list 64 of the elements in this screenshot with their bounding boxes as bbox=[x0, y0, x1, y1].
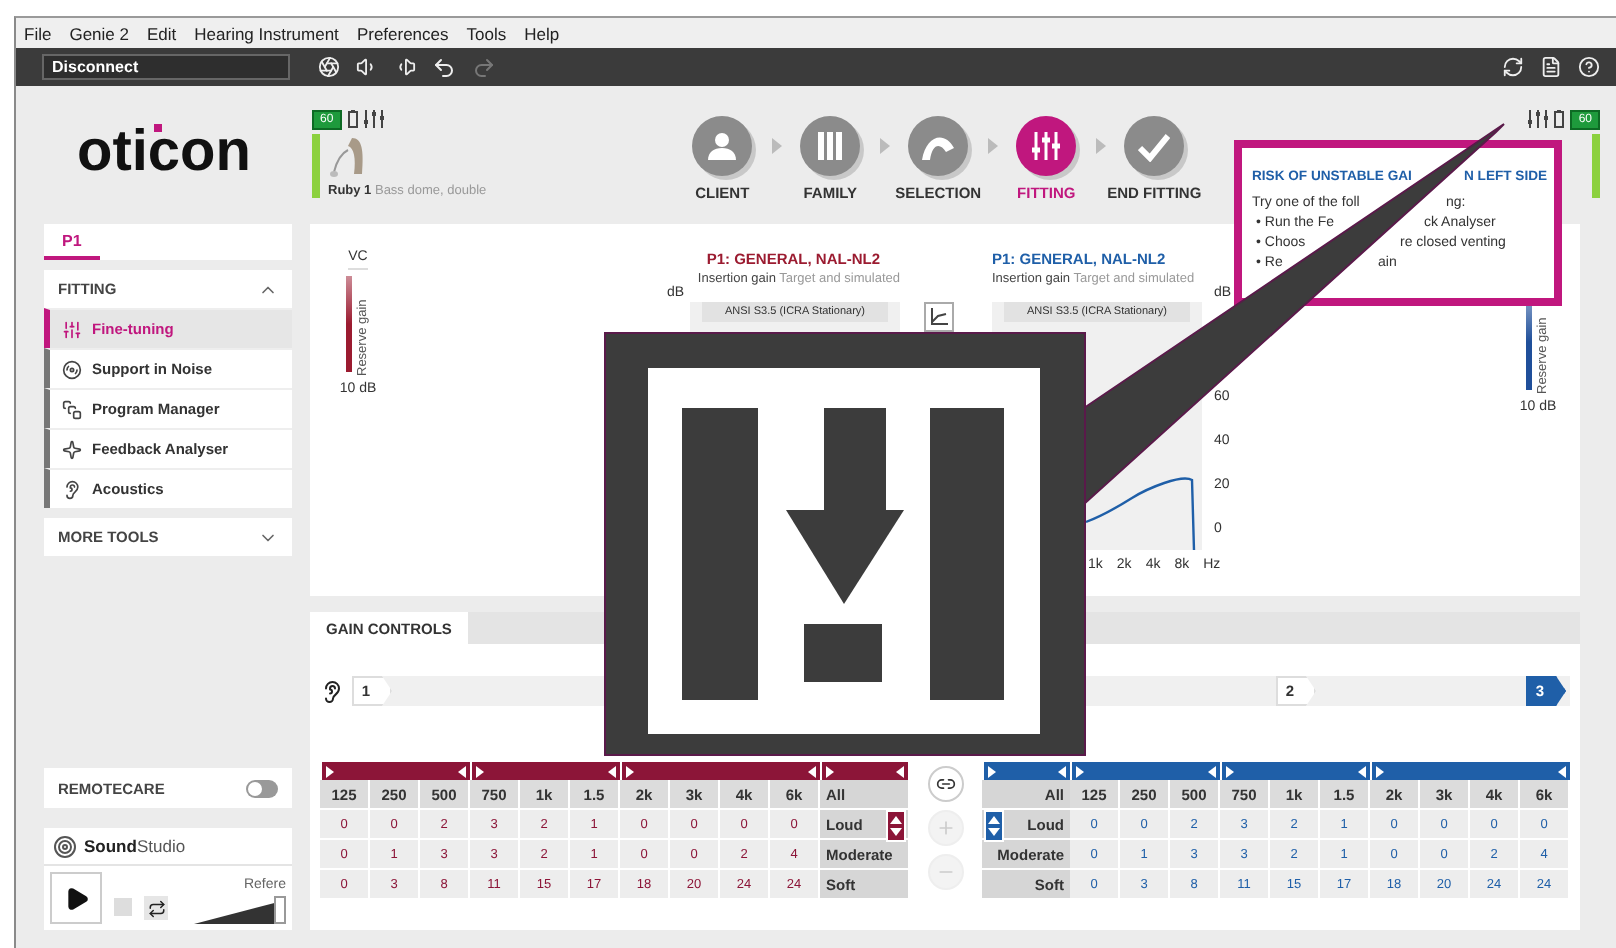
menu-item[interactable]: Preferences bbox=[356, 23, 449, 43]
sparkle-icon bbox=[62, 439, 82, 459]
stack-icon bbox=[62, 399, 82, 419]
line-chart-icon bbox=[930, 308, 948, 326]
band-bar[interactable] bbox=[320, 762, 470, 780]
refresh-icon[interactable] bbox=[1502, 56, 1524, 78]
menu-item[interactable]: Tools bbox=[466, 23, 507, 43]
level-bar bbox=[312, 133, 320, 197]
band-bar[interactable] bbox=[1220, 762, 1370, 780]
arrow-icon bbox=[1092, 138, 1109, 154]
hearing-aid-drawing bbox=[328, 133, 368, 177]
link-icon bbox=[935, 774, 955, 794]
spinner-button[interactable] bbox=[984, 810, 1004, 842]
document-icon[interactable] bbox=[1540, 56, 1562, 78]
triangle-icon[interactable] bbox=[326, 765, 334, 777]
ear-icon bbox=[62, 479, 82, 499]
undo-icon[interactable] bbox=[432, 55, 456, 79]
ear-icon bbox=[320, 679, 344, 703]
band-bar[interactable] bbox=[982, 762, 1070, 780]
help-icon[interactable] bbox=[1578, 56, 1600, 78]
plus-icon bbox=[935, 818, 955, 838]
arrow-icon bbox=[984, 138, 1001, 154]
speaker-icon[interactable] bbox=[356, 56, 378, 78]
band-bar[interactable] bbox=[820, 762, 908, 780]
battery-icon bbox=[1554, 110, 1565, 128]
graph-view-button[interactable] bbox=[924, 302, 954, 332]
menu-item[interactable]: File bbox=[24, 23, 52, 43]
speaker-icon[interactable] bbox=[394, 56, 416, 78]
repeat-button[interactable] bbox=[144, 896, 168, 920]
sliders-icon bbox=[1030, 130, 1063, 162]
arrow-icon bbox=[876, 138, 893, 154]
play-button[interactable] bbox=[50, 872, 102, 924]
menu-item[interactable]: Hearing Instrument bbox=[194, 23, 339, 43]
triangle-icon[interactable] bbox=[1558, 765, 1566, 777]
sliders-icon bbox=[363, 110, 384, 128]
menu-item[interactable]: Genie 2 bbox=[69, 23, 129, 43]
volume-slider[interactable] bbox=[194, 896, 286, 924]
battery-icon bbox=[347, 110, 358, 128]
connection-field[interactable]: Disconnect bbox=[42, 54, 290, 80]
sliders-icon bbox=[62, 319, 82, 339]
aperture-icon[interactable] bbox=[318, 56, 340, 78]
triangle-icon[interactable] bbox=[896, 765, 904, 777]
menu-item[interactable]: Help bbox=[524, 23, 560, 43]
arrow-icon bbox=[768, 138, 785, 154]
remotecare-toggle[interactable] bbox=[246, 779, 278, 797]
band-bar[interactable] bbox=[1070, 762, 1220, 780]
band-bar[interactable] bbox=[470, 762, 620, 780]
bars-icon bbox=[814, 130, 847, 162]
menu-item[interactable]: Edit bbox=[146, 23, 177, 43]
person-icon bbox=[706, 130, 739, 162]
brand-name: SoundStudio bbox=[84, 836, 186, 856]
band-bar[interactable] bbox=[1370, 762, 1570, 780]
target-icon bbox=[54, 835, 76, 857]
volume-thumb[interactable] bbox=[274, 896, 286, 924]
level-bar bbox=[1592, 133, 1600, 197]
spinner-button[interactable] bbox=[886, 810, 906, 842]
play-icon bbox=[63, 885, 89, 911]
disc-icon bbox=[62, 359, 82, 379]
logo: oticon bbox=[77, 120, 251, 186]
sliders-icon bbox=[1528, 110, 1549, 128]
check-icon bbox=[1138, 130, 1171, 162]
band-bar[interactable] bbox=[620, 762, 820, 780]
triangle-icon[interactable] bbox=[988, 765, 996, 777]
link-button[interactable] bbox=[927, 766, 963, 802]
